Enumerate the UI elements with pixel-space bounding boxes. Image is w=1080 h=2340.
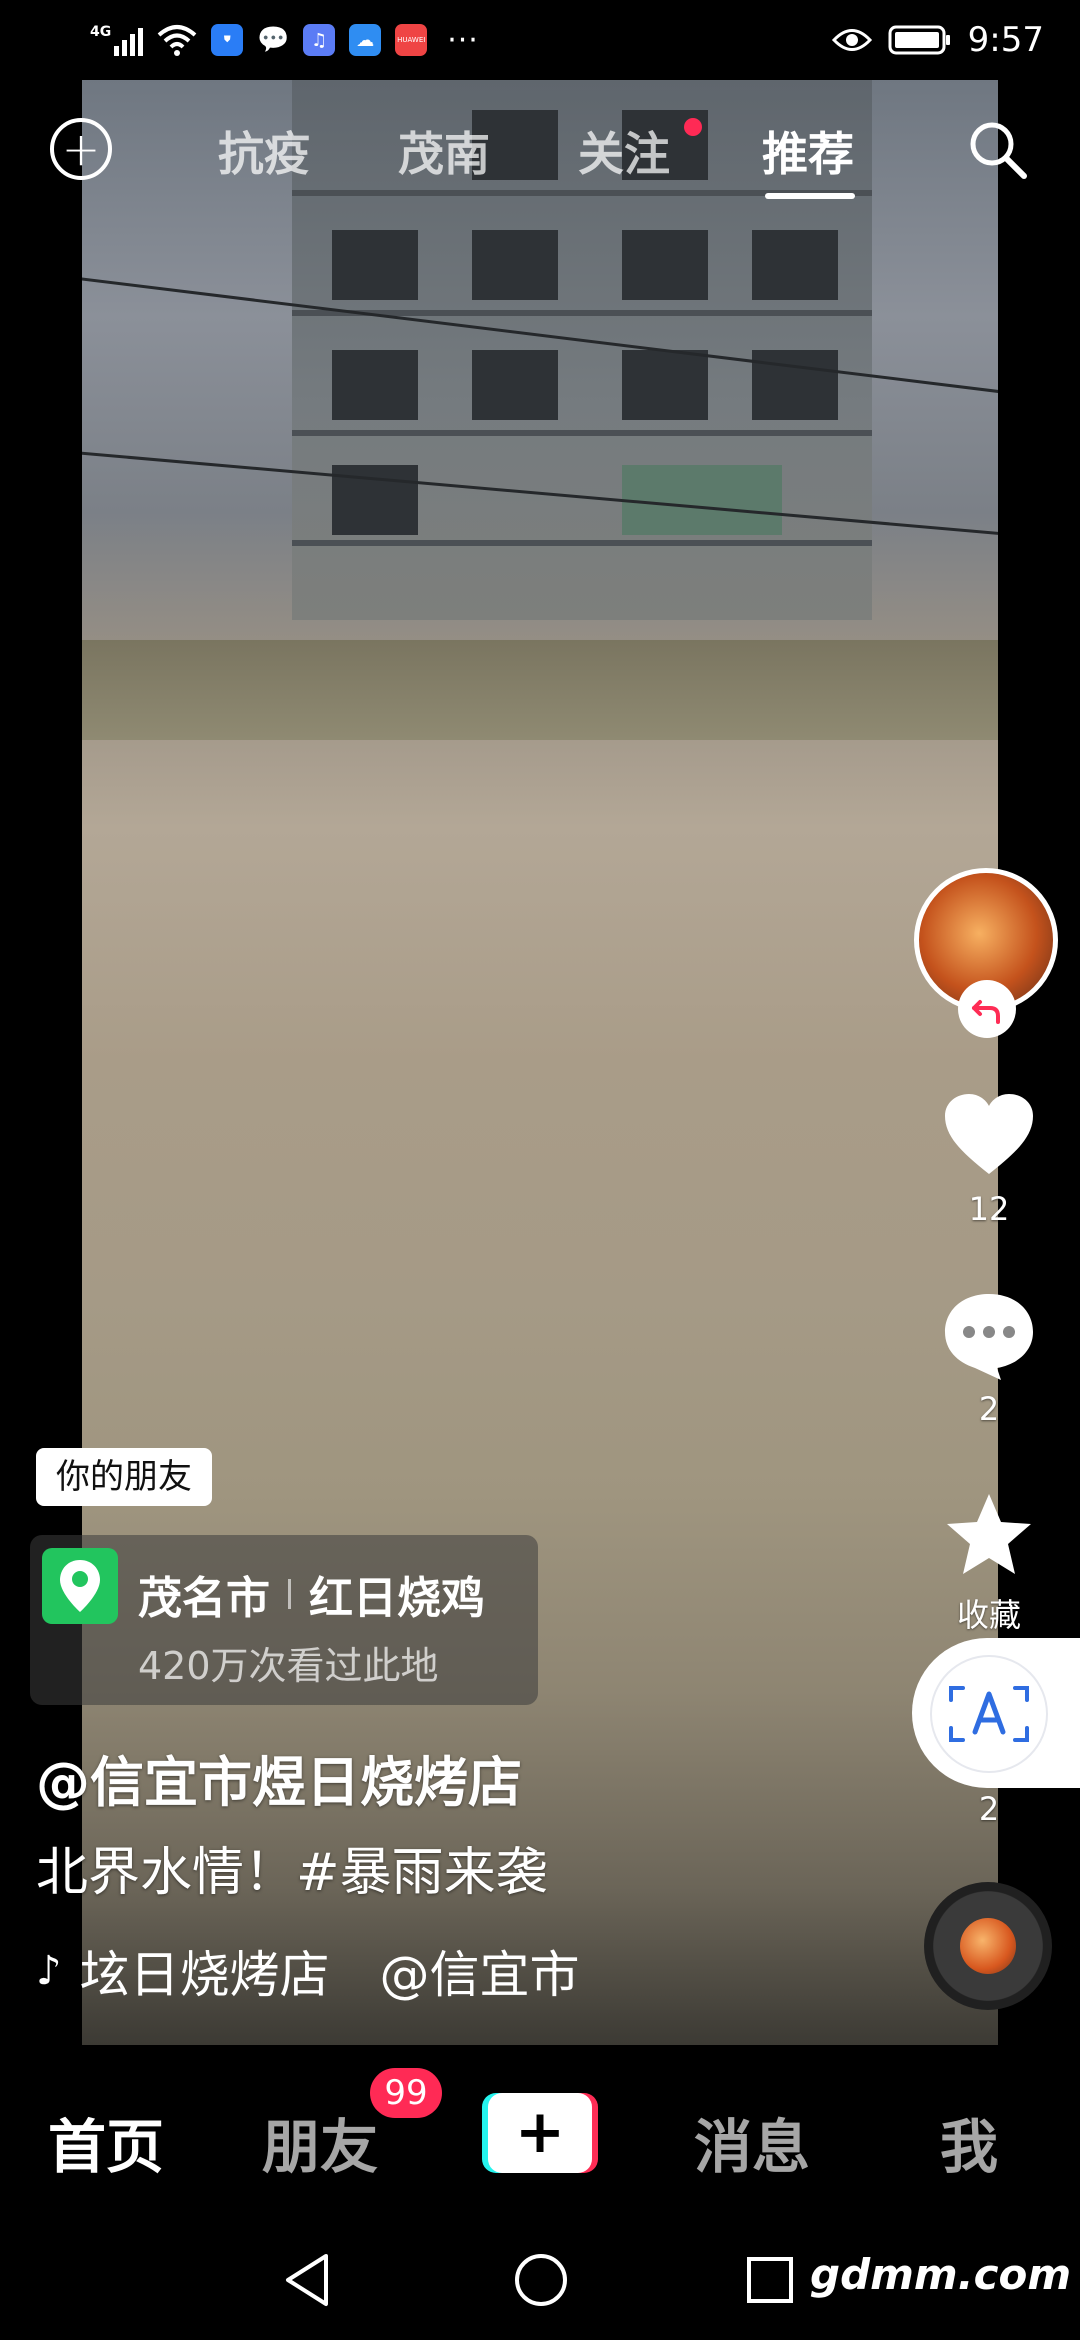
tab-recommended[interactable]: 推荐 (762, 118, 854, 184)
location-pin-icon (42, 1548, 118, 1624)
clock: 9:57 (967, 20, 1044, 60)
huawei-app-icon: HUAWEI (395, 24, 428, 56)
location-place: 红日烧鸡 (309, 1573, 485, 1624)
search-icon[interactable] (966, 118, 1028, 180)
like-button[interactable] (934, 1090, 1044, 1178)
music-disc-icon[interactable] (924, 1882, 1052, 2010)
favorite-label: 收藏 (956, 1596, 1021, 1634)
music-title: 𡊨日烧烤店 @信宜市 (79, 1946, 580, 2004)
comment-count: 2 (978, 1390, 1000, 1428)
create-plus-icon: + (488, 2093, 592, 2173)
create-button[interactable]: + (482, 2093, 598, 2173)
huawei-app-label: HUAWEI (397, 36, 426, 44)
battery-icon (888, 25, 950, 55)
tab-messages[interactable]: 消息 (694, 2100, 810, 2184)
favorite-button[interactable] (934, 1490, 1044, 1578)
site-watermark: gdmm.com (810, 2250, 1072, 2299)
music-marquee[interactable]: ♪ 𡊨日烧烤店 @信宜市 (36, 1935, 596, 2007)
tab-friends[interactable]: 朋友 (262, 2100, 378, 2184)
video-riverbank (82, 640, 998, 740)
tab-following[interactable]: 关注 (578, 118, 670, 184)
comment-button[interactable] (934, 1290, 1044, 1382)
like-count: 12 (968, 1190, 1010, 1228)
location-separator (288, 1579, 291, 1609)
signal-icon: 4G (90, 24, 144, 56)
location-city: 茂名市 (138, 1573, 270, 1624)
friends-badge: 99 (370, 2068, 442, 2118)
star-icon (947, 1494, 1031, 1574)
tab-me[interactable]: 我 (940, 2100, 998, 2184)
back-nav-icon[interactable] (282, 2252, 332, 2308)
wechat-icon: 💬 (257, 25, 290, 55)
following-notification-dot (684, 118, 702, 136)
location-views: 420万次看过此地 (138, 1644, 439, 1688)
status-left: 4G ⛊ 💬 ♫ ☁ HUAWEI ··· (90, 18, 479, 62)
status-bar: 4G ⛊ 💬 ♫ ☁ HUAWEI ··· 9:57 (0, 0, 1080, 80)
friend-badge: 你的朋友 (36, 1448, 212, 1506)
shield-app-icon: ⛊ (211, 24, 244, 56)
more-notifications-icon: ··· (447, 22, 479, 58)
translate-button[interactable] (930, 1655, 1048, 1773)
share-count: 2 (978, 1790, 1000, 1828)
video-caption[interactable]: 北界水情！#暴雨来袭 (36, 1830, 548, 1905)
network-type-label: 4G (90, 24, 112, 40)
home-nav-icon[interactable] (513, 2252, 569, 2308)
comment-icon (945, 1294, 1033, 1380)
add-icon[interactable]: + (50, 118, 112, 180)
follow-back-icon (972, 1000, 1000, 1024)
wifi-icon (157, 25, 197, 56)
translate-icon (949, 1686, 1029, 1742)
tab-kangyi[interactable]: 抗疫 (218, 118, 310, 184)
active-tab-indicator (765, 193, 855, 199)
author-name[interactable]: @信宜市煜日烧烤店 (36, 1738, 522, 1817)
music-app-icon: ♫ (303, 24, 336, 56)
cloud-app-icon: ☁ (349, 24, 382, 56)
follow-back-button[interactable] (958, 980, 1016, 1038)
status-right: 9:57 (831, 18, 1044, 62)
location-title: 茂名市 红日烧鸡 (138, 1562, 485, 1626)
heart-icon (945, 1094, 1033, 1174)
tab-home[interactable]: 首页 (48, 2100, 164, 2184)
tab-maonan[interactable]: 茂南 (398, 118, 490, 184)
music-note-icon: ♪ (36, 1948, 62, 1994)
eye-comfort-icon (831, 29, 872, 51)
recents-nav-icon[interactable] (746, 2256, 794, 2304)
